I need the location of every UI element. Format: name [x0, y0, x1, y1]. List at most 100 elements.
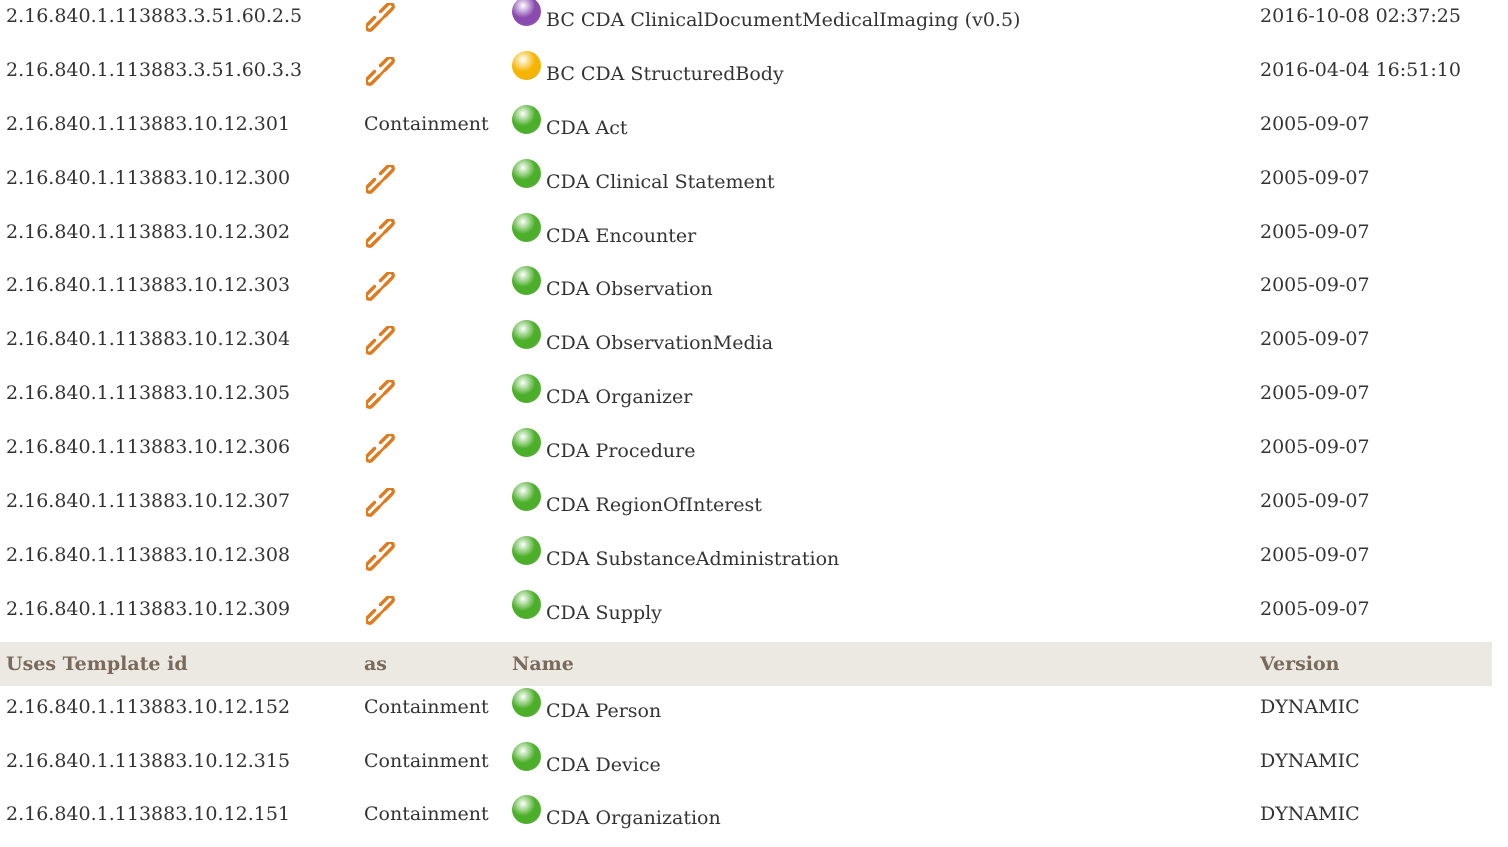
- as-cell: [358, 426, 506, 480]
- status-green-icon: [512, 428, 541, 458]
- template-id: 2.16.840.1.113883.10.12.304: [6, 328, 291, 351]
- as-value: Containment: [364, 112, 489, 135]
- template-name[interactable]: CDA Supply: [546, 602, 662, 624]
- as-value: Containment: [364, 749, 489, 772]
- as-cell: [358, 49, 506, 103]
- link-icon[interactable]: [364, 217, 398, 251]
- name-cell: CDA RegionOfInterest: [506, 480, 1254, 534]
- status-green-icon: [512, 795, 541, 825]
- table-row: 2.16.840.1.113883.10.12.303 CDA Observat…: [0, 264, 1492, 318]
- name-cell: CDA SubstanceAdministration: [506, 534, 1254, 588]
- as-value: Containment: [364, 695, 489, 718]
- version: 2005-09-07: [1260, 220, 1370, 243]
- name-cell: CDA Procedure: [506, 426, 1254, 480]
- version: DYNAMIC: [1260, 749, 1360, 772]
- as-cell: [358, 318, 506, 372]
- table-row: 2.16.840.1.113883.10.12.300 CDA Clinical…: [0, 157, 1492, 211]
- link-icon[interactable]: [364, 1, 398, 35]
- name-cell: CDA Organizer: [506, 372, 1254, 426]
- table-row: 2.16.840.1.113883.3.51.60.3.3 BC CDA Str…: [0, 49, 1492, 103]
- version: 2005-09-07: [1260, 112, 1370, 135]
- template-name[interactable]: CDA RegionOfInterest: [546, 494, 762, 516]
- name-cell: CDA Observation: [506, 264, 1254, 318]
- used-by-rows: 2.16.840.1.113883.3.51.60.2.5 BC CDA Cli…: [0, 0, 1492, 847]
- template-id: 2.16.840.1.113883.10.12.308: [6, 543, 291, 566]
- version: DYNAMIC: [1260, 803, 1360, 826]
- templates-table: 2.16.840.1.113883.3.51.60.2.5 BC CDA Cli…: [0, 0, 1492, 847]
- header-name: Name: [512, 652, 574, 675]
- link-icon[interactable]: [364, 324, 398, 358]
- version: 2005-09-07: [1260, 328, 1370, 351]
- link-icon[interactable]: [364, 163, 398, 197]
- table-row: 2.16.840.1.113883.10.12.305 CDA Organize…: [0, 372, 1492, 426]
- as-cell: [358, 157, 506, 211]
- template-name[interactable]: CDA Encounter: [546, 225, 696, 247]
- name-cell: CDA Act: [506, 103, 1254, 157]
- header-version: Version: [1260, 652, 1340, 675]
- status-yellow-icon: [512, 50, 541, 80]
- as-cell: [358, 264, 506, 318]
- status-green-icon: [512, 741, 541, 771]
- template-name[interactable]: BC CDA ClinicalDocumentMedicalImaging (v…: [546, 9, 1020, 31]
- header-uses-template-id: Uses Template id: [6, 652, 188, 675]
- status-green-icon: [512, 320, 541, 350]
- status-green-icon: [512, 535, 541, 565]
- template-id: 2.16.840.1.113883.10.12.301: [6, 112, 291, 135]
- status-green-icon: [512, 482, 541, 512]
- link-icon[interactable]: [364, 486, 398, 520]
- template-name[interactable]: CDA Device: [546, 754, 661, 776]
- table-row: 2.16.840.1.113883.3.51.60.2.5 BC CDA Cli…: [0, 0, 1492, 49]
- link-icon[interactable]: [364, 594, 398, 628]
- table-row: 2.16.840.1.113883.10.12.304 CDA Observat…: [0, 318, 1492, 372]
- template-name[interactable]: CDA Person: [546, 700, 661, 722]
- as-cell: [358, 534, 506, 588]
- status-green-icon: [512, 589, 541, 619]
- table-row: 2.16.840.1.113883.10.12.315 Containment CD…: [0, 740, 1492, 794]
- template-name[interactable]: CDA Procedure: [546, 440, 695, 462]
- link-icon[interactable]: [364, 55, 398, 89]
- uses-header-row: Uses Template id as Name Version: [0, 641, 1492, 686]
- version: 2016-10-08 02:37:25: [1260, 5, 1461, 27]
- template-name[interactable]: CDA Clinical Statement: [546, 171, 775, 193]
- table-row: 2.16.840.1.113883.10.12.306 CDA Procedur…: [0, 426, 1492, 480]
- link-icon[interactable]: [364, 540, 398, 574]
- name-cell: BC CDA StructuredBody: [506, 49, 1254, 103]
- name-cell: CDA Clinical Statement: [506, 157, 1254, 211]
- link-icon[interactable]: [364, 432, 398, 466]
- template-name[interactable]: CDA SubstanceAdministration: [546, 548, 839, 570]
- as-value: Containment: [364, 803, 489, 826]
- header-as: as: [364, 652, 388, 675]
- table-row: 2.16.840.1.113883.10.12.152 Containment CD…: [0, 686, 1492, 740]
- as-cell: [358, 480, 506, 534]
- as-cell: [358, 588, 506, 642]
- link-icon[interactable]: [364, 271, 398, 304]
- template-name[interactable]: CDA Act: [546, 117, 628, 139]
- template-id: 2.16.840.1.113883.10.12.302: [6, 220, 291, 243]
- template-id: 2.16.840.1.113883.10.12.306: [6, 436, 291, 459]
- name-cell: CDA Encounter: [506, 211, 1254, 265]
- template-name[interactable]: BC CDA StructuredBody: [546, 63, 784, 85]
- status-green-icon: [512, 266, 541, 296]
- name-cell: CDA Device: [506, 740, 1254, 794]
- version: 2005-09-07: [1260, 382, 1370, 405]
- template-id: 2.16.840.1.113883.10.12.307: [6, 490, 291, 513]
- template-id: 2.16.840.1.113883.10.12.315: [6, 749, 291, 772]
- template-name[interactable]: CDA Organizer: [546, 386, 692, 408]
- template-id: 2.16.840.1.113883.10.12.300: [6, 166, 291, 189]
- status-green-icon: [512, 374, 541, 404]
- template-name[interactable]: CDA Observation: [546, 278, 713, 300]
- status-green-icon: [512, 158, 541, 188]
- version: 2005-09-07: [1260, 597, 1370, 620]
- template-id: 2.16.840.1.113883.3.51.60.3.3: [6, 58, 303, 81]
- table-row: 2.16.840.1.113883.10.12.307 CDA RegionOf…: [0, 480, 1492, 534]
- status-green-icon: [512, 687, 541, 717]
- link-icon[interactable]: [364, 378, 398, 412]
- status-green-icon: [512, 104, 541, 134]
- as-cell: [358, 211, 506, 265]
- template-id: 2.16.840.1.113883.10.12.305: [6, 382, 291, 405]
- name-cell: BC CDA ClinicalDocumentMedicalImaging (v…: [506, 0, 1254, 49]
- template-name[interactable]: CDA Organization: [546, 807, 721, 829]
- status-purple-icon: [512, 0, 541, 26]
- name-cell: CDA Person: [506, 686, 1254, 740]
- template-name[interactable]: CDA ObservationMedia: [546, 332, 773, 354]
